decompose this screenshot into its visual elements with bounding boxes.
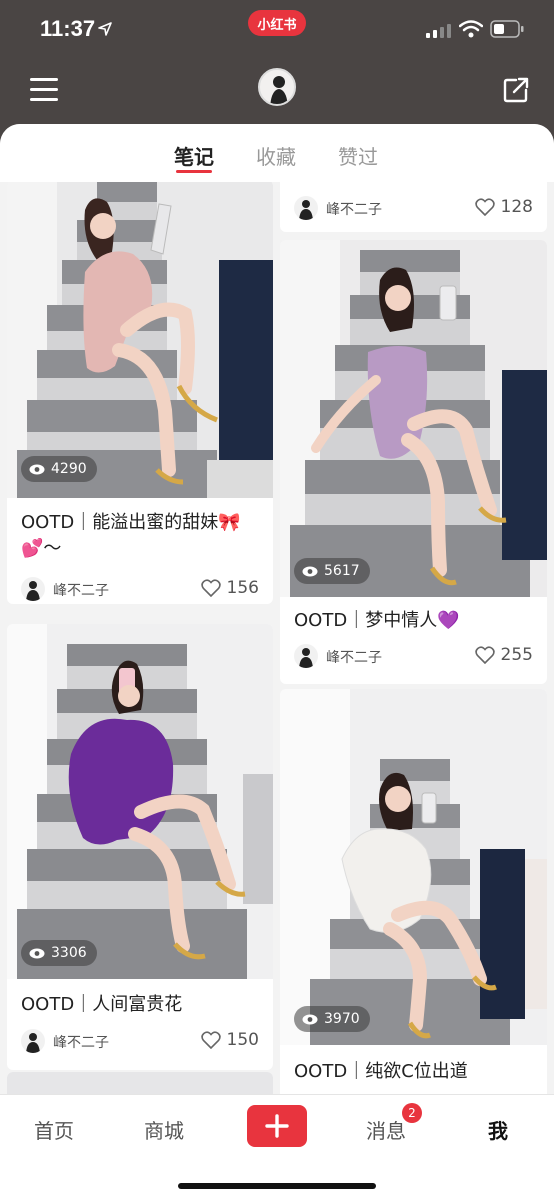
share-icon[interactable] <box>502 76 530 104</box>
like-count: 150 <box>226 1030 259 1050</box>
nav-home[interactable]: 首页 <box>34 1115 74 1144</box>
eye-icon <box>302 1014 318 1024</box>
note-meta: 峰不二子 150 <box>21 1029 259 1055</box>
author-avatar[interactable] <box>21 577 45 601</box>
like-button[interactable]: 128 <box>474 197 533 217</box>
nav-mall[interactable]: 商城 <box>144 1115 184 1144</box>
like-button[interactable]: 255 <box>474 645 533 665</box>
profile-tabs: 笔记 收藏 赞过 <box>0 124 554 182</box>
profile-nav-bar <box>0 60 554 124</box>
location-arrow-icon <box>98 22 112 36</box>
like-count: 128 <box>500 197 533 217</box>
view-count-badge: 3970 <box>294 1006 370 1032</box>
note-cover-image <box>7 624 273 979</box>
view-count-badge: 3306 <box>21 940 97 966</box>
tab-liked[interactable]: 赞过 <box>338 141 378 170</box>
menu-icon[interactable] <box>30 78 58 102</box>
author-name[interactable]: 峰不二子 <box>326 199 382 219</box>
like-count: 255 <box>500 645 533 665</box>
note-title: OOTD｜梦中情人💜 <box>294 610 460 631</box>
note-cover-image <box>280 689 547 1045</box>
app-label-pill: 小红书 <box>248 10 306 36</box>
view-count: 3306 <box>51 945 87 961</box>
note-card[interactable]: 3970 OOTD｜纯欲C位出道 <box>280 689 547 1109</box>
author-name[interactable]: 峰不二子 <box>53 1032 109 1052</box>
view-count: 3970 <box>324 1011 360 1027</box>
heart-icon <box>474 646 495 664</box>
battery-icon <box>490 20 524 38</box>
note-meta: 峰不二子 128 <box>294 196 533 222</box>
note-card[interactable]: 3306 OOTD｜人间富贵花 峰不二子 150 <box>7 624 273 1070</box>
tab-active-indicator <box>176 170 212 173</box>
note-title: OOTD｜纯欲C位出道 <box>294 1061 468 1082</box>
note-title: OOTD｜能溢出蜜的甜妹🎀💕～ <box>21 512 241 559</box>
view-count: 4290 <box>51 461 87 477</box>
wifi-icon <box>459 20 483 38</box>
author-name[interactable]: 峰不二子 <box>53 580 109 600</box>
tab-favorites[interactable]: 收藏 <box>256 141 296 170</box>
note-cover-image <box>280 240 547 597</box>
tab-notes[interactable]: 笔记 <box>174 141 214 170</box>
like-count: 156 <box>226 578 259 598</box>
content-sheet: 笔记 收藏 赞过 4290 OOTD｜能溢出蜜的甜妹🎀💕～ 峰不二子 156 3… <box>0 124 554 1200</box>
bottom-tab-bar: 首页 商城 消息 2 我 <box>0 1094 554 1200</box>
status-bar: 11:37 小红书 <box>0 0 554 60</box>
heart-icon <box>200 579 221 597</box>
note-card[interactable]: 4290 OOTD｜能溢出蜜的甜妹🎀💕～ 峰不二子 156 <box>7 180 273 604</box>
like-button[interactable]: 150 <box>200 1030 259 1050</box>
note-title: OOTD｜人间富贵花 <box>21 994 183 1015</box>
messages-badge: 2 <box>402 1103 422 1123</box>
view-count-badge: 4290 <box>21 456 97 482</box>
eye-icon <box>29 464 45 474</box>
author-avatar[interactable] <box>21 1029 45 1053</box>
view-count: 5617 <box>324 563 360 579</box>
note-meta: 峰不二子 255 <box>294 644 533 670</box>
heart-icon <box>474 198 495 216</box>
nav-me[interactable]: 我 <box>488 1115 508 1144</box>
eye-icon <box>302 566 318 576</box>
author-name[interactable]: 峰不二子 <box>326 647 382 667</box>
cellular-signal-icon <box>426 24 451 38</box>
plus-icon <box>265 1114 289 1138</box>
status-time: 11:37 <box>40 16 96 41</box>
heart-icon <box>200 1031 221 1049</box>
create-post-button[interactable] <box>247 1105 307 1147</box>
note-cover-image <box>7 180 273 498</box>
view-count-badge: 5617 <box>294 558 370 584</box>
like-button[interactable]: 156 <box>200 578 259 598</box>
home-indicator <box>178 1183 376 1189</box>
eye-icon <box>29 948 45 958</box>
note-card[interactable]: 5617 OOTD｜梦中情人💜 峰不二子 255 <box>280 240 547 684</box>
avatar[interactable] <box>258 68 296 106</box>
author-avatar[interactable] <box>294 644 318 668</box>
nav-messages[interactable]: 消息 <box>366 1115 406 1144</box>
note-meta: 峰不二子 156 <box>21 577 259 603</box>
author-avatar[interactable] <box>294 196 318 220</box>
